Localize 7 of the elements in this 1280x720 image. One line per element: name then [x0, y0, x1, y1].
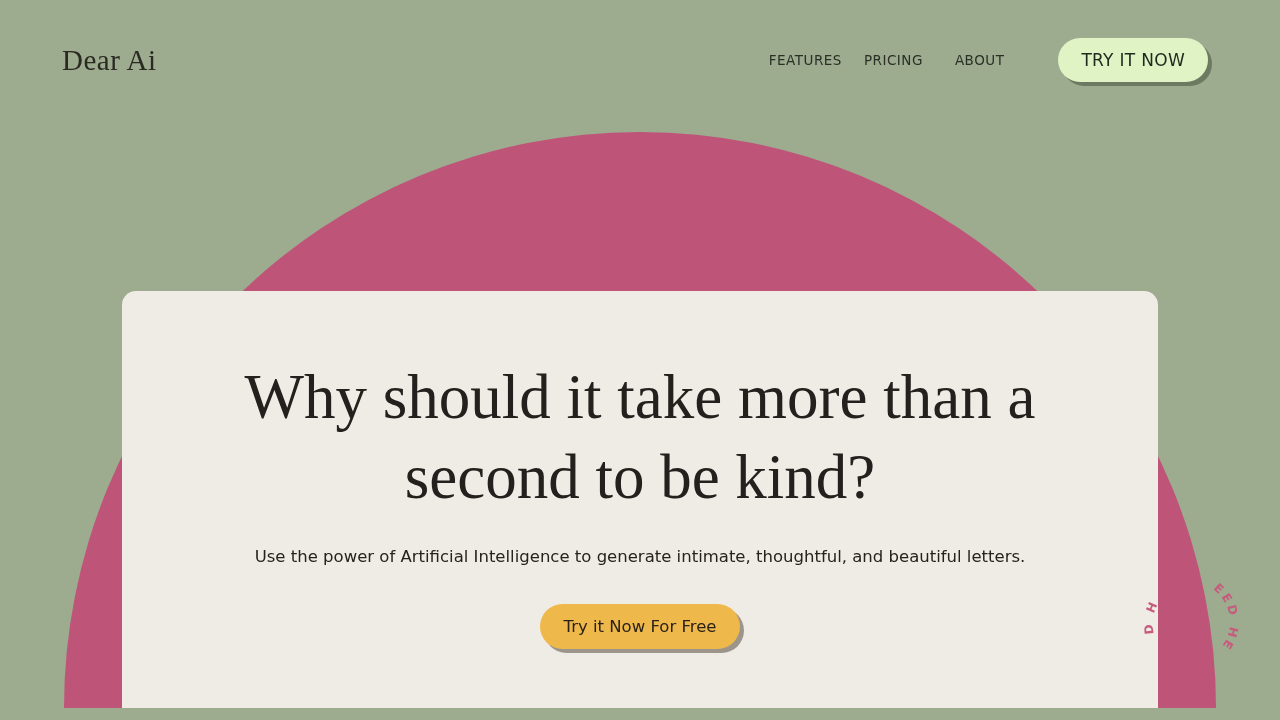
circular-text: D H	[1141, 597, 1162, 636]
nav-link[interactable]: ABOUT	[954, 48, 1005, 72]
nav-link[interactable]: FEATURES	[768, 48, 842, 72]
logo[interactable]: Dear Ai	[62, 43, 157, 77]
hero-subtitle: Use the power of Artificial Intelligence to generate intimate, thoughtful, and beautiful letters.	[254, 547, 1026, 566]
nav-link[interactable]: PRICING	[863, 48, 923, 72]
hero-title: Why should it take more than a second to be kind?	[243, 361, 1037, 514]
